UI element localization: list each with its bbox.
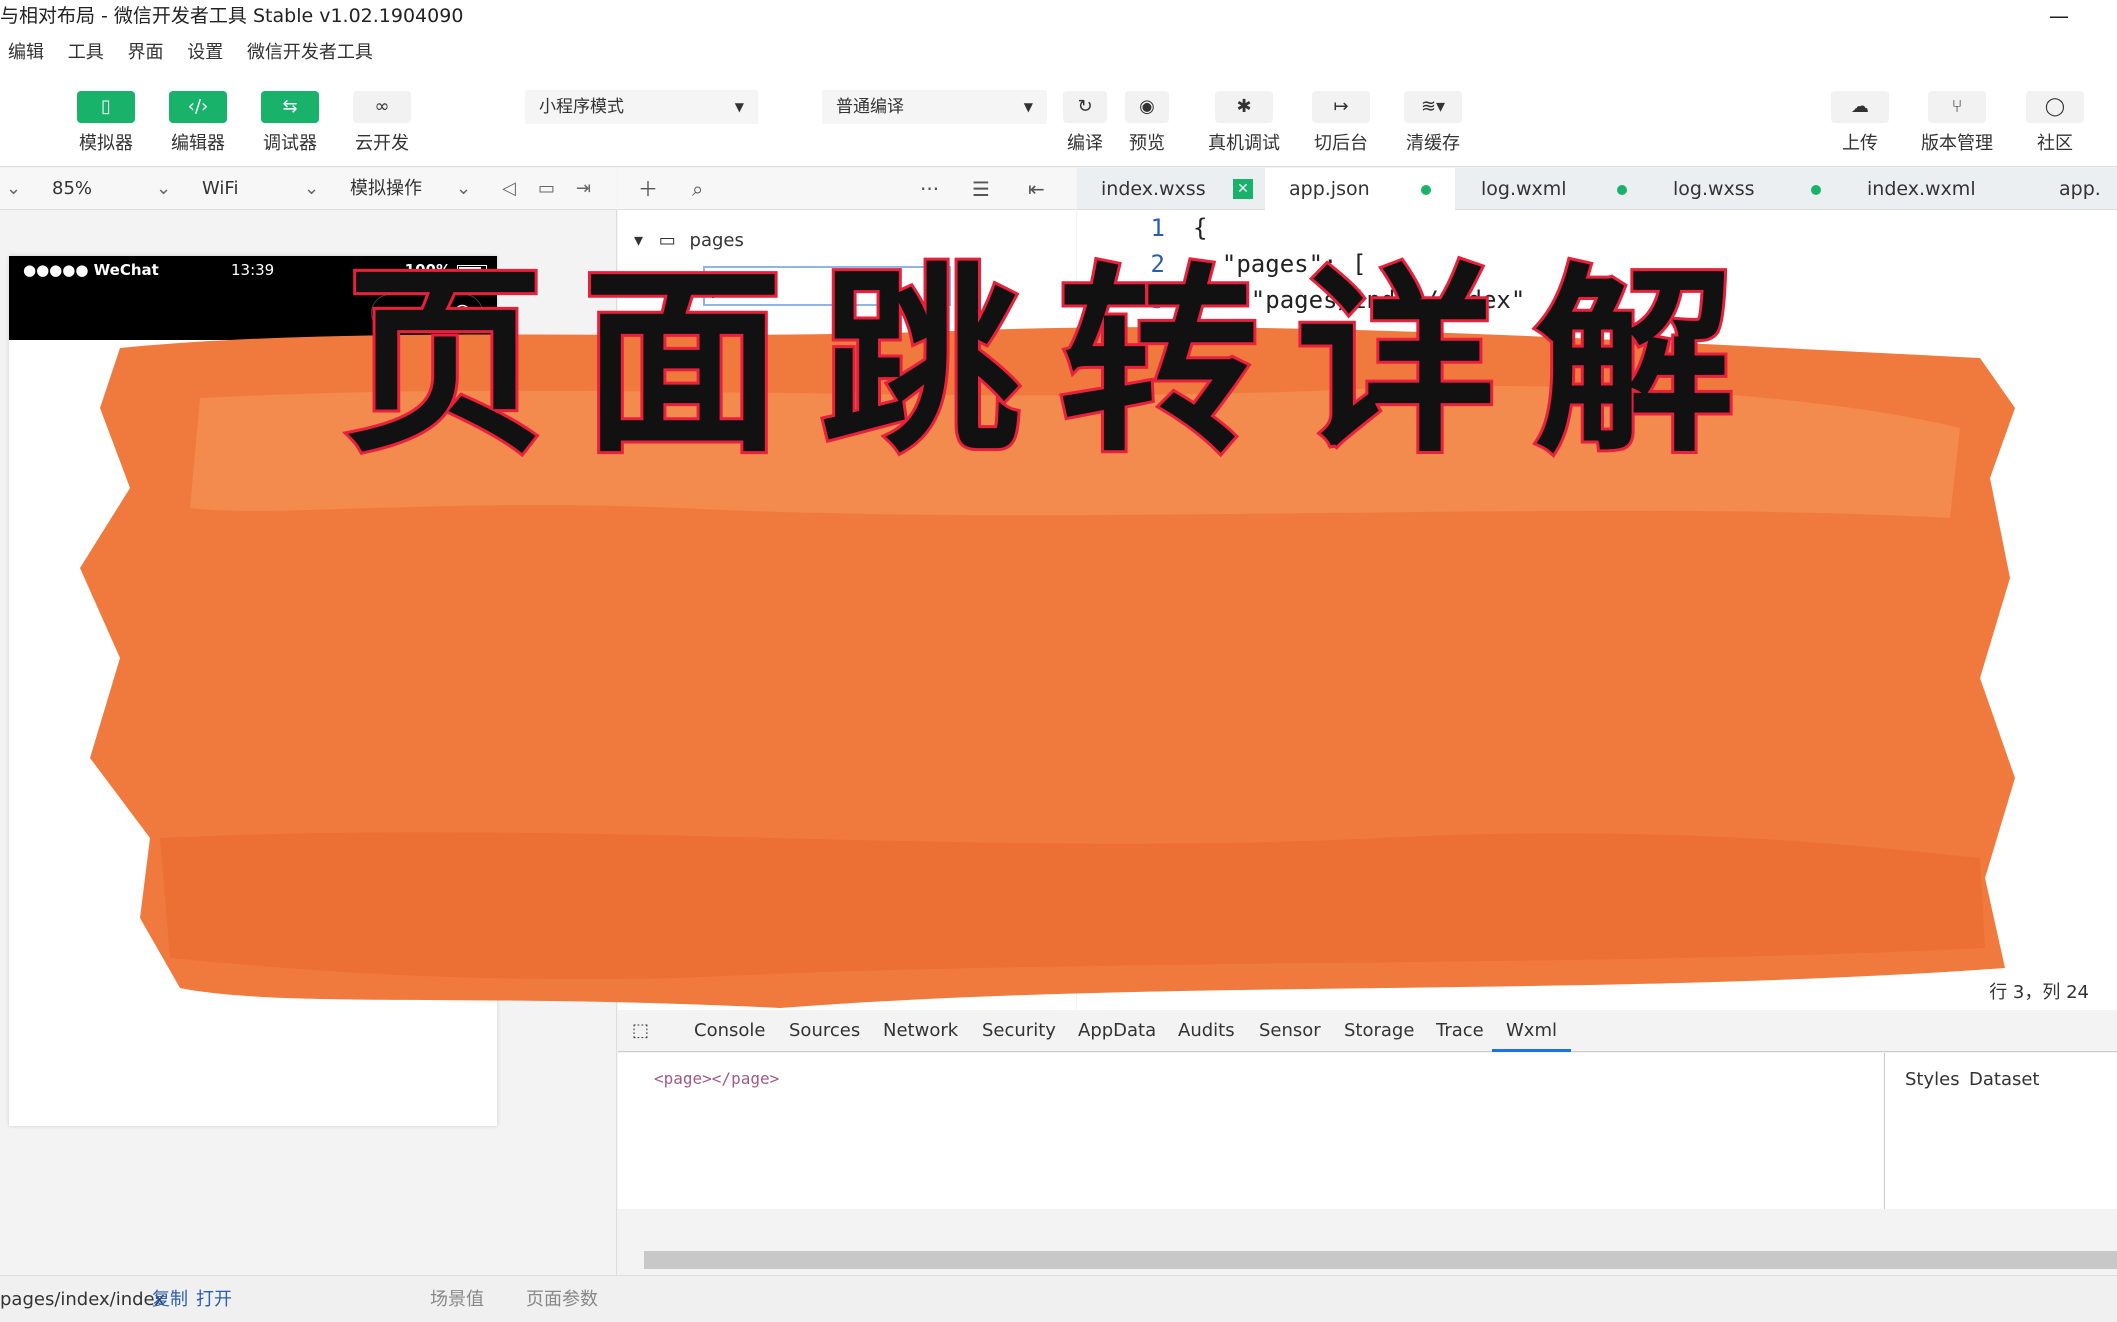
preview-label: 预览 (1129, 133, 1165, 154)
background-button[interactable]: ↦ 切后台 (1301, 91, 1381, 155)
tab-trace[interactable]: Trace (1436, 1010, 1484, 1052)
close-icon[interactable]: ✕ (1233, 179, 1253, 199)
inspect-icon[interactable]: ⬚ (632, 1010, 649, 1052)
bottom-status-bar: pages/index/index 复制 打开 场景值 页面参数 (0, 1275, 2117, 1322)
community-label: 社区 (2037, 133, 2073, 154)
devtools-tabs: ⬚ Console Sources Network Security AppDa… (618, 1010, 2117, 1052)
menu-edit[interactable]: 编辑 (8, 33, 44, 73)
tab-label: index.wxml (1867, 178, 1976, 200)
editor-label: 编辑器 (171, 133, 225, 154)
tab-wxml[interactable]: Wxml (1492, 1010, 1571, 1052)
brush-shadow (160, 832, 1985, 979)
menu-devtools[interactable]: 微信开发者工具 (247, 33, 373, 73)
chevron-down-icon: ▼ (734, 100, 744, 114)
scrollbar-thumb[interactable] (644, 1251, 2117, 1269)
switch-icon: ↦ (1312, 91, 1370, 123)
scene-button[interactable]: 场景值 (430, 1276, 484, 1322)
cloud-label: 云开发 (355, 133, 409, 154)
background-label: 切后台 (1314, 133, 1368, 154)
tab-network[interactable]: Network (883, 1010, 958, 1052)
simulator-label: 模拟器 (79, 133, 133, 154)
tab-dataset[interactable]: Dataset (1969, 1069, 2040, 1090)
cloud-button[interactable]: ∞ 云开发 (342, 91, 422, 155)
params-button[interactable]: 页面参数 (526, 1276, 598, 1322)
devtools-body: <page></page> Styles Dataset (618, 1053, 2117, 1209)
tab-label: app.json (1289, 178, 1370, 200)
debug-icon: ⇆ (261, 91, 319, 123)
copy-link[interactable]: 复制 (152, 1276, 188, 1322)
version-button[interactable]: ⑂ 版本管理 (1917, 91, 1997, 155)
chat-bubble-icon: ◯ (2026, 91, 2084, 123)
compile-mode-select[interactable]: 普通编译 ▼ (822, 90, 1047, 124)
menu-tools[interactable]: 工具 (68, 33, 104, 73)
modified-dot-icon (1811, 185, 1821, 195)
zoom-value: 85% (52, 178, 93, 199)
version-label: 版本管理 (1921, 133, 1993, 154)
community-button[interactable]: ◯ 社区 (2015, 91, 2095, 155)
horizontal-scrollbar[interactable] (618, 1209, 2117, 1275)
tab-audits[interactable]: Audits (1178, 1010, 1235, 1052)
compile-label: 编译 (1067, 133, 1103, 154)
debugger-button[interactable]: ⇆ 调试器 (250, 91, 330, 155)
minimize-icon[interactable]: — (2049, 0, 2069, 33)
debugger-label: 调试器 (263, 133, 317, 154)
tab-styles[interactable]: Styles (1905, 1069, 1960, 1090)
preview-button[interactable]: ◉ 预览 (1107, 91, 1187, 155)
page-path: pages/index/index (0, 1289, 165, 1310)
window-title: 与相对布局 - 微信开发者工具 Stable v1.02.1904090 (0, 5, 464, 27)
title-bar: 与相对布局 - 微信开发者工具 Stable v1.02.1904090 — (0, 0, 2117, 33)
tab-sensor[interactable]: Sensor (1259, 1010, 1321, 1052)
phone-icon: ▯ (77, 91, 135, 123)
menu-view[interactable]: 界面 (127, 33, 163, 73)
clear-cache-button[interactable]: ≋▾ 清缓存 (1393, 91, 1473, 155)
cloud-upload-icon: ☁ (1831, 91, 1889, 123)
headline-text: 页面跳转详解 (341, 242, 1773, 483)
network-value: WiFi (202, 178, 239, 199)
operation-value: 模拟操作 (350, 178, 422, 199)
tab-appdata[interactable]: AppData (1078, 1010, 1156, 1052)
tab-security[interactable]: Security (982, 1010, 1056, 1052)
mode-value: 小程序模式 (539, 97, 624, 117)
wxml-tree[interactable]: <page></page> (654, 1069, 779, 1088)
remote-debug-label: 真机调试 (1208, 133, 1280, 154)
open-link[interactable]: 打开 (196, 1276, 232, 1322)
eye-icon: ◉ (1125, 91, 1169, 123)
toolbar: ▯ 模拟器 ‹/› 编辑器 ⇆ 调试器 ∞ 云开发 小程序模式 ▼ 普通编译 ▼… (0, 73, 2117, 167)
branch-icon: ⑂ (1928, 91, 1986, 123)
tab-label: index.wxss (1101, 178, 1206, 200)
tab-label: log.wxss (1673, 178, 1755, 200)
remote-debug-button[interactable]: ✱ 真机调试 (1204, 91, 1284, 155)
tab-label: app. (2059, 178, 2101, 200)
tab-label: log.wxml (1481, 178, 1567, 200)
clear-cache-label: 清缓存 (1406, 133, 1460, 154)
modified-dot-icon (1421, 185, 1431, 195)
refresh-icon: ↻ (1063, 91, 1107, 123)
modified-dot-icon (1617, 185, 1627, 195)
upload-button[interactable]: ☁ 上传 (1820, 91, 1900, 155)
tab-console[interactable]: Console (694, 1010, 765, 1052)
layers-icon: ≋▾ (1404, 91, 1462, 123)
compile-mode-value: 普通编译 (836, 97, 904, 117)
chevron-down-icon: ▼ (1023, 100, 1033, 114)
bug-icon: ✱ (1215, 91, 1273, 123)
editor-button[interactable]: ‹/› 编辑器 (158, 91, 238, 155)
menu-bar: 编辑 工具 界面 设置 微信开发者工具 (0, 33, 2117, 73)
tab-sources[interactable]: Sources (789, 1010, 860, 1052)
code-icon: ‹/› (169, 91, 227, 123)
upload-label: 上传 (1842, 133, 1878, 154)
cloud-link-icon: ∞ (353, 91, 411, 123)
simulator-button[interactable]: ▯ 模拟器 (66, 91, 146, 155)
menu-settings[interactable]: 设置 (187, 33, 223, 73)
mode-select[interactable]: 小程序模式 ▼ (525, 90, 758, 124)
devtools-sidebar: Styles Dataset (1884, 1053, 2117, 1209)
tab-storage[interactable]: Storage (1344, 1010, 1414, 1052)
